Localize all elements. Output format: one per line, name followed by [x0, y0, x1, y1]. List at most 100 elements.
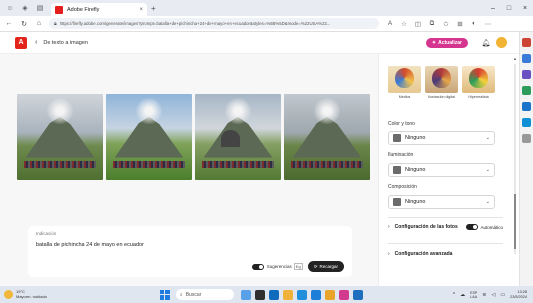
sidebar-shopping-icon[interactable]: [522, 54, 531, 63]
style-card-hiperrealista[interactable]: Hiperrealista: [462, 66, 495, 99]
reload-icon[interactable]: ↻: [18, 20, 30, 28]
composition-label: Composición: [388, 184, 417, 190]
sidebar-office-icon[interactable]: [522, 86, 531, 95]
composition-dropdown[interactable]: Ninguno ⌄: [388, 195, 495, 209]
edge-icon[interactable]: [310, 289, 321, 300]
favorite-star-icon[interactable]: ☆: [397, 20, 411, 28]
clock[interactable]: 13:28 23/5/2024: [510, 290, 527, 299]
notification-bell-icon[interactable]: 🔔︎: [480, 39, 492, 47]
generate-button[interactable]: ⟳ Recargar: [307, 261, 344, 272]
suggestions-toggle[interactable]: [251, 263, 264, 270]
onedrive-icon[interactable]: ☁: [460, 292, 465, 298]
color-tone-label: Color y tono: [388, 121, 415, 127]
extensions-icon[interactable]: ⧉: [425, 20, 439, 28]
collections-icon[interactable]: ⊞: [453, 20, 467, 28]
volume-icon[interactable]: ◁: [492, 292, 496, 298]
update-button[interactable]: ✦ Actualizar: [425, 37, 468, 48]
minimize-icon[interactable]: –: [485, 5, 501, 12]
photo-settings-section[interactable]: › Configuración de las fotos Automático: [388, 224, 503, 230]
avatar[interactable]: [496, 37, 507, 48]
composition-value: Ninguno: [405, 199, 426, 205]
home-icon[interactable]: ⌂: [33, 20, 45, 27]
url-field[interactable]: 🔒︎ https://firefly.adobe.com/generate/im…: [49, 18, 379, 29]
copilot-icon[interactable]: ◐: [467, 20, 481, 28]
read-aloud-icon[interactable]: A: [383, 20, 397, 28]
generated-image-2[interactable]: [106, 94, 192, 180]
back-chevron-icon[interactable]: ‹: [35, 39, 37, 46]
prompt-box[interactable]: Indicación batalla de pichincha 24 de ma…: [28, 226, 352, 277]
divider: [388, 243, 503, 244]
style-thumbnails: Medios Ilustración digital Hiperrealista: [388, 66, 495, 99]
sidebar-teams-icon[interactable]: [522, 118, 531, 127]
taskbar-search[interactable]: ⌕ Buscar: [175, 289, 234, 300]
close-window-icon[interactable]: ×: [517, 5, 533, 12]
word-icon[interactable]: [352, 289, 363, 300]
wifi-icon[interactable]: ≋: [482, 292, 486, 298]
new-tab-icon[interactable]: +: [151, 4, 156, 13]
prompt-input[interactable]: batalla de pichincha 24 de mayo en ecuad…: [36, 242, 344, 248]
workspaces-icon[interactable]: ◈: [20, 3, 30, 13]
app-icon[interactable]: [338, 289, 349, 300]
generated-image-3[interactable]: [195, 94, 281, 180]
browser-sidebar: [519, 32, 533, 286]
favorites-icon[interactable]: ✩: [439, 20, 453, 28]
close-tab-icon[interactable]: ×: [139, 7, 143, 13]
clock-date: 23/5/2024: [510, 294, 527, 299]
language-flag[interactable]: Eg: [293, 263, 303, 270]
generated-image-4[interactable]: [284, 94, 370, 180]
suggestions-label: Sugerencias: [266, 264, 292, 269]
generate-button-label: Recargar: [319, 264, 338, 269]
breadcrumb[interactable]: De texto a imagen: [43, 40, 88, 46]
sidebar-tool-icon[interactable]: [522, 38, 531, 47]
profile-icon[interactable]: ☺: [5, 3, 15, 13]
balloon-thumbnail-icon: [462, 66, 495, 93]
divider: [388, 217, 503, 218]
file-explorer-icon[interactable]: [282, 289, 293, 300]
mail-icon[interactable]: [268, 289, 279, 300]
widgets-icon[interactable]: [240, 289, 251, 300]
tab-actions-icon[interactable]: ▤: [35, 3, 45, 13]
adobe-logo-icon[interactable]: A: [15, 36, 27, 49]
weather-widget[interactable]: 19°C Mayorm. nublado: [4, 289, 47, 299]
back-nav-icon[interactable]: ←: [3, 20, 15, 27]
tab-title: Adobe Firefly: [67, 6, 100, 13]
balloon-thumbnail-icon: [425, 66, 458, 93]
sidebar-add-icon[interactable]: [522, 134, 531, 143]
windows-start-icon[interactable]: [159, 289, 170, 300]
sidebar-outlook-icon[interactable]: [522, 102, 531, 111]
lighting-dropdown[interactable]: Ninguno ⌄: [388, 163, 495, 177]
language-indicator[interactable]: ESP LAA: [470, 291, 477, 299]
scrollbar-thumb[interactable]: [514, 194, 516, 249]
advanced-settings-label: Configuración avanzada: [394, 251, 453, 257]
weather-desc: Mayorm. nublado: [16, 293, 47, 299]
task-view-icon[interactable]: [254, 289, 265, 300]
prompt-actions: Sugerencias Eg ⟳ Recargar: [251, 261, 344, 272]
maximize-icon[interactable]: □: [501, 5, 517, 12]
photo-auto-toggle[interactable]: Automático: [466, 224, 503, 230]
chrome-icon[interactable]: [324, 289, 335, 300]
advanced-settings-section[interactable]: › Configuración avanzada: [388, 251, 503, 257]
color-tone-dropdown[interactable]: Ninguno ⌄: [388, 131, 495, 145]
generated-image-1[interactable]: [17, 94, 103, 180]
style-card-medios[interactable]: Medios: [388, 66, 421, 99]
tab-adobe-firefly[interactable]: Adobe Firefly ×: [51, 3, 147, 16]
prompt-label: Indicación: [36, 231, 57, 236]
tray-chevron-icon[interactable]: ^: [453, 292, 455, 298]
url-text: https://firefly.adobe.com/generate/image…: [59, 21, 331, 26]
sidebar-games-icon[interactable]: [522, 70, 531, 79]
chevron-right-icon: ›: [388, 251, 390, 257]
search-placeholder: Buscar: [185, 291, 202, 298]
more-icon[interactable]: ⋯: [481, 20, 495, 28]
auto-toggle-label: Automático: [480, 224, 503, 230]
lang-bottom: LAA: [470, 294, 478, 299]
adobe-favicon-icon: [55, 5, 63, 14]
panel-scrollbar[interactable]: [514, 64, 516, 254]
auto-toggle-switch[interactable]: [466, 224, 479, 230]
battery-icon[interactable]: ▭: [500, 292, 505, 298]
app-header: A ‹ De texto a imagen ✦ Actualizar 🔔︎: [0, 32, 519, 54]
split-screen-icon[interactable]: ◫: [411, 20, 425, 28]
style-card-ilustracion-digital[interactable]: Ilustración digital: [425, 66, 458, 99]
scroll-up-icon[interactable]: ▲: [513, 56, 517, 61]
update-button-label: Actualizar: [438, 39, 462, 46]
store-icon[interactable]: [296, 289, 307, 300]
